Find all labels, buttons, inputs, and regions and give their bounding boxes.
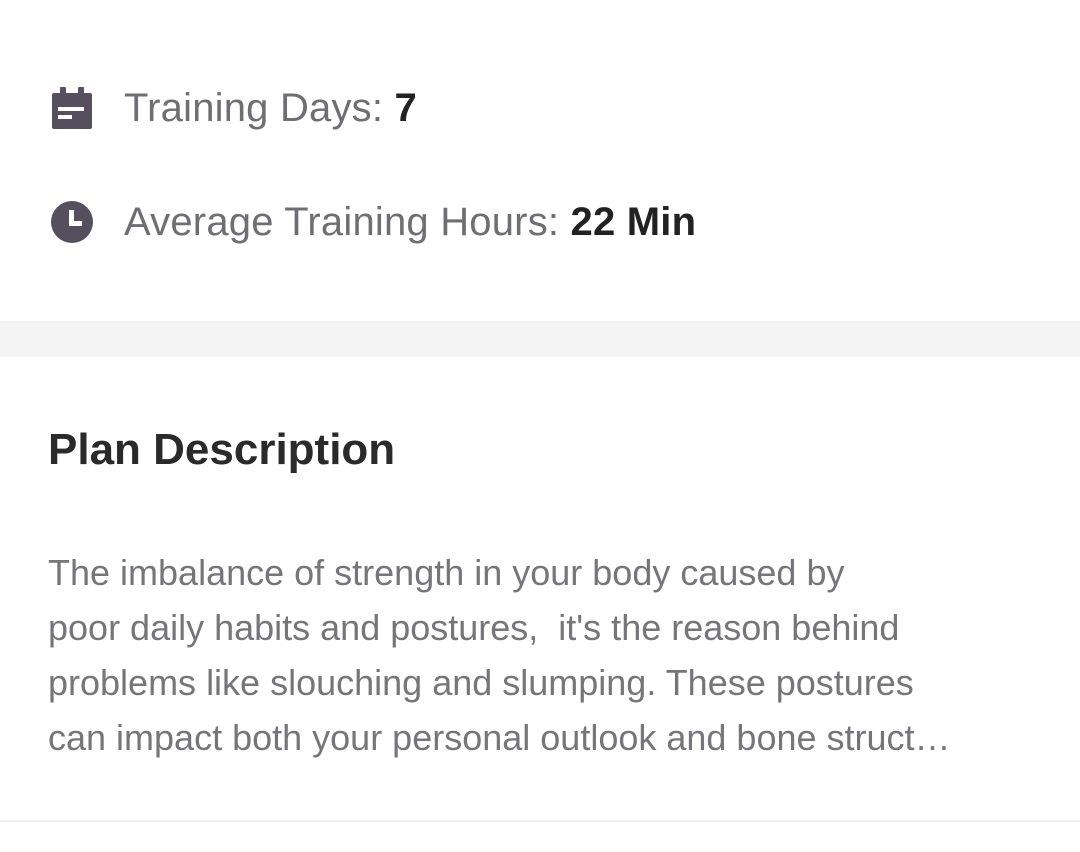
section-divider xyxy=(0,321,1080,357)
average-training-hours-label: Average Training Hours: xyxy=(124,199,571,244)
average-training-hours-value: 22 Min xyxy=(570,199,697,244)
plan-description-title: Plan Description xyxy=(48,425,396,474)
plan-description-line: poor daily habits and postures, it's the… xyxy=(48,607,900,648)
plan-description-line: can impact both your personal outlook an… xyxy=(48,717,951,758)
training-days-value: 7 xyxy=(394,85,417,130)
clock-icon xyxy=(48,198,96,246)
plan-description-line: The imbalance of strength in your body c… xyxy=(48,552,845,593)
bottom-divider xyxy=(0,820,1080,822)
plan-description-line: problems like slouching and slumping. Th… xyxy=(48,662,914,703)
training-days-row: Training Days: 7 xyxy=(48,78,417,138)
average-training-hours-text: Average Training Hours: 22 Min xyxy=(124,200,696,245)
training-days-text: Training Days: 7 xyxy=(124,86,417,131)
calendar-icon xyxy=(48,84,96,132)
training-days-label: Training Days: xyxy=(124,85,395,130)
average-training-hours-row: Average Training Hours: 22 Min xyxy=(48,192,696,252)
plan-stats-section: Training Days: 7 Average Training Hours:… xyxy=(0,0,1080,321)
plan-description-text[interactable]: The imbalance of strength in your body c… xyxy=(48,545,1028,765)
plan-description-section[interactable]: Plan Description The imbalance of streng… xyxy=(0,357,1080,821)
